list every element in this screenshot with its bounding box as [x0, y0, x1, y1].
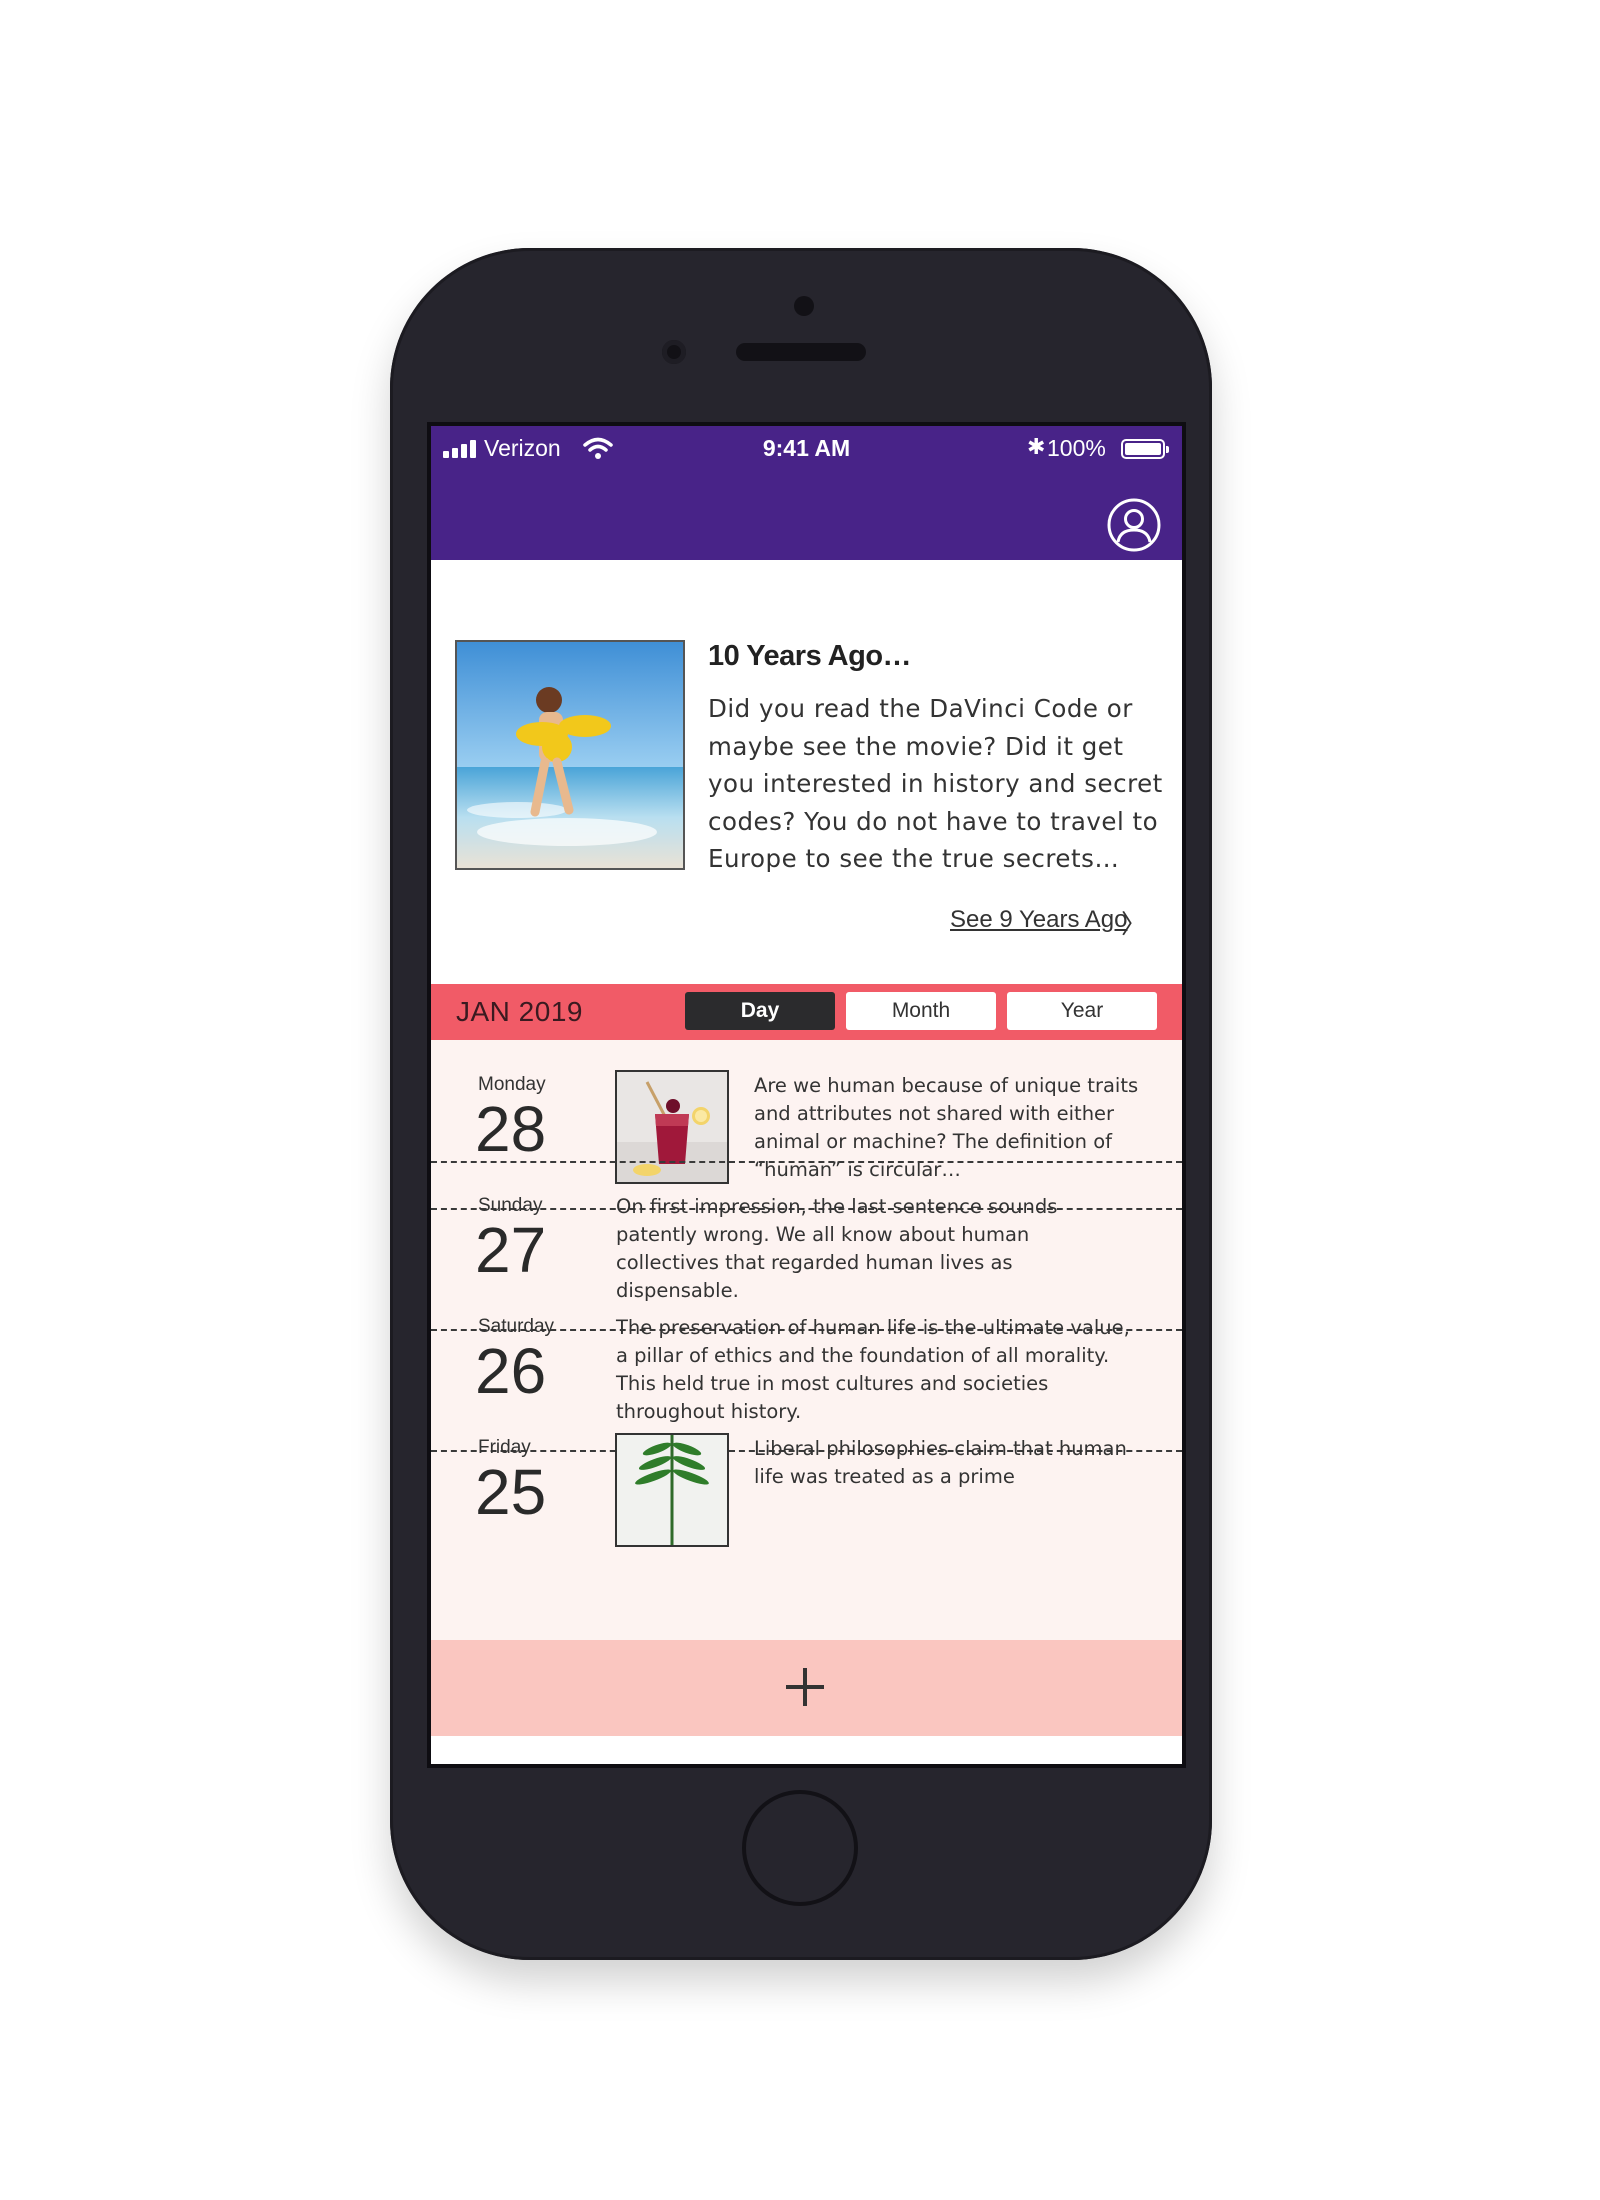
app-screen: Verizon 9:41 AM ✱ 100% 10 Years Ago… Did…	[427, 422, 1186, 1768]
day-number: 25	[475, 1456, 547, 1528]
month-label: JAN 2019	[456, 996, 583, 1027]
view-tab-month[interactable]: Month	[846, 992, 996, 1030]
beach-photo-image	[457, 642, 683, 868]
view-tab-day[interactable]: Day	[685, 992, 835, 1030]
day-number: 27	[475, 1214, 547, 1286]
battery-percentage: 100%	[1047, 435, 1106, 461]
app-header	[431, 470, 1182, 560]
status-bar: Verizon 9:41 AM ✱ 100%	[431, 426, 1182, 470]
list-item[interactable]: Friday 25 Liberal philosophies claim tha…	[431, 1403, 1182, 1573]
memory-card[interactable]: 10 Years Ago… Did you read the DaVinci C…	[431, 560, 1182, 984]
entry-text: Liberal philosophies claim that human li…	[754, 1437, 1127, 1488]
front-camera	[662, 340, 686, 364]
month-bar: JAN 2019 Day Month Year	[431, 984, 1182, 1040]
add-entry-bar[interactable]	[431, 1640, 1182, 1736]
day-number: 26	[475, 1335, 547, 1407]
view-tab-year[interactable]: Year	[1007, 992, 1157, 1030]
bluetooth-icon: ✱	[1027, 434, 1046, 459]
memory-title: 10 Years Ago…	[708, 640, 912, 672]
battery-icon	[1121, 439, 1169, 459]
see-previous-year-link[interactable]: See 9 Years Ago	[950, 906, 1128, 934]
entry-list[interactable]: Monday 28 Are we human because of unique…	[431, 1040, 1182, 1640]
earpiece-speaker	[736, 343, 866, 361]
plus-icon[interactable]	[782, 1664, 828, 1710]
memory-photo[interactable]	[455, 640, 685, 870]
day-number: 28	[475, 1093, 547, 1165]
memory-text: Did you read the DaVinci Code or maybe s…	[708, 694, 1163, 873]
fern-leaf-photo	[617, 1435, 727, 1545]
entry-thumbnail[interactable]	[615, 1433, 729, 1547]
profile-icon[interactable]	[1107, 498, 1161, 552]
chevron-right-icon[interactable]: 〉	[1121, 904, 1147, 941]
home-button[interactable]	[742, 1790, 858, 1906]
proximity-sensor	[794, 296, 814, 316]
